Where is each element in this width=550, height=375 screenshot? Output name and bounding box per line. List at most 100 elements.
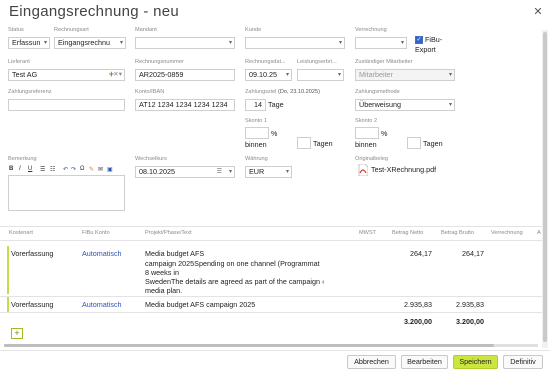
rechnungsnummer-input[interactable]: AR2025-0859 [135,69,235,81]
mandant-select[interactable]: ▾ [135,37,235,49]
konto-iban-input[interactable]: AT12 1234 1234 1234 1234 [135,99,235,111]
undo-icon[interactable]: ↶ [63,166,68,173]
horizontal-scrollbar-thumb[interactable] [4,344,494,347]
row2-text-line1[interactable]: Media budget AFS campaign 2025 [145,300,255,309]
total-brutto: 3.200,00 [456,317,484,326]
chevron-down-icon: ▾ [228,169,232,175]
mitarbeiter-select[interactable]: Mitarbeiter ▾ [355,69,455,81]
skonto1-percent-input[interactable] [245,127,269,139]
invoice-dialog: Eingangsrechnung - neu ✕ Status Erfassun… [0,0,550,375]
zahlungsreferenz-input[interactable] [8,99,125,111]
finalize-button[interactable]: Definitiv [503,355,543,369]
konto-iban-label: Konto/IBAN [135,89,165,95]
save-button[interactable]: Speichern [453,355,498,369]
verrechnung-select[interactable]: ▾ [355,37,407,49]
rechnungsdatum-label: Rechnungsdat... [245,59,286,65]
cancel-button[interactable]: Abbrechen [347,355,396,369]
kunde-label: Kunde [245,27,262,33]
col-header-fibu-konto: FiBu Konto [82,230,110,236]
waehrung-select[interactable]: EUR ▾ [245,166,292,178]
footer-divider [0,350,550,351]
chevron-down-icon: ▾ [448,102,452,108]
italic-button[interactable]: I [19,166,21,172]
wechselkurs-input[interactable]: 08.10.2025 ☰ ▾ [135,166,235,178]
list-icon[interactable]: ☰ [217,167,222,177]
col-header-netto: Betrag Netto [392,230,424,236]
col-header-extra: A [537,230,541,236]
paste-icon[interactable]: ▣ [107,166,113,173]
vertical-scrollbar-thumb[interactable] [543,32,547,342]
chevron-down-icon: ▾ [338,40,342,46]
chevron-down-icon: ▾ [400,40,404,46]
close-icon[interactable]: ✕▾ [113,70,122,80]
close-icon[interactable]: ✕ [532,5,544,18]
lieferant-label: Lieferant [8,59,30,65]
row1-text-line4[interactable]: SwedenThe details are agreed as part of … [145,277,335,286]
rechnungsdatum-input[interactable]: 09.10.25 ▾ [245,69,292,81]
zahlungsmethode-select[interactable]: Überweisung ▾ [355,99,455,111]
mail-icon[interactable]: ✉ [98,166,103,173]
row2-kostenart[interactable]: Vorerfassung [11,300,53,309]
row1-text-line2[interactable]: campaign 2025Spending on one channel (Pr… [145,259,335,268]
skonto1-days-input[interactable] [297,137,311,149]
omega-button[interactable]: Ω [80,166,85,172]
zahlungsziel-input[interactable]: 14 [245,99,266,111]
zahlungsmethode-label: Zahlungsmethode [355,89,400,95]
total-netto: 3.200,00 [404,317,432,326]
skonto1-binnen: binnen [245,140,267,149]
add-row-button[interactable]: + [11,328,23,339]
waehrung-label: Währung [245,156,268,162]
verrechnung-label: Verrechnung [355,27,387,33]
row1-text-line3[interactable]: 8 weeks in [145,268,179,277]
bemerkung-textarea[interactable] [8,175,125,211]
col-header-kostenart: Kostenart [9,230,33,236]
kunde-select[interactable]: ▾ [245,37,345,49]
underline-button[interactable]: U [28,166,32,172]
rechnungsart-select[interactable]: Eingangsrechnu ▾ [54,37,126,49]
row-marker [7,297,9,312]
skonto2-binnen: binnen [355,140,377,149]
row1-netto[interactable]: 264,17 [390,249,432,258]
status-select[interactable]: Erfassun ▾ [8,37,50,49]
chevron-down-icon: ▾ [285,169,289,175]
originalbeleg-file-link[interactable]: Test-XRechnung.pdf [371,165,436,174]
chevron-down-icon: ▾ [228,40,232,46]
row2-brutto[interactable]: 2.935,83 [440,300,484,309]
skonto1-percent-sign: % [271,129,278,138]
lieferant-select[interactable]: Test AG + ✕▾ [8,69,125,81]
bemerkung-label: Bemerkung [8,156,37,162]
chevron-down-icon: ▾ [119,40,123,46]
paint-icon[interactable]: ✎ [89,166,94,173]
row1-text-line1[interactable]: Media budget AFS [145,249,204,258]
zahlungsreferenz-label: Zahlungsreferenz [8,89,52,95]
skonto1-label: Skonto 1 [245,118,268,124]
col-header-mwst: MWST [359,230,377,236]
bold-button[interactable]: B [9,166,13,172]
edit-button[interactable]: Bearbeiten [401,355,448,369]
table-header-divider [0,240,542,241]
rechnungsart-label: Rechnungsart [54,27,89,33]
row2-netto[interactable]: 2.935,83 [390,300,432,309]
redo-icon[interactable]: ↷ [71,166,76,173]
col-header-verrechnung: Verrechnung [491,230,523,236]
table-header-divider-top [0,226,542,227]
row1-brutto[interactable]: 264,17 [440,249,484,258]
fibu-export-checkbox[interactable]: ✓ [415,36,423,44]
skonto2-percent-input[interactable] [355,127,379,139]
row1-text-line5[interactable]: media plan. [145,286,182,295]
row1-kostenart[interactable]: Vorerfassung [11,249,53,258]
fibu-export-label-line1: FiBu- [425,35,443,44]
chevron-down-icon: ▾ [448,72,452,78]
fibu-export-label-line2: Export [415,45,436,54]
skonto2-days-input[interactable] [407,137,421,149]
row1-fibu-konto[interactable]: Automatisch [82,249,122,258]
mitarbeiter-label: Zuständiger Mitarbeiter [355,59,413,65]
skonto2-label: Skonto 2 [355,118,378,124]
bullet-list-icon[interactable]: ☷ [50,166,55,173]
numbered-list-icon[interactable]: ☰ [40,166,45,173]
col-header-projekt: Projekt/Phase/Text [145,230,192,236]
leistungserbringung-input[interactable]: ▾ [297,69,344,81]
rechnungsnummer-label: Rechnungsnummer [135,59,184,65]
row2-fibu-konto[interactable]: Automatisch [82,300,122,309]
skonto2-tagen: Tagen [423,139,443,148]
